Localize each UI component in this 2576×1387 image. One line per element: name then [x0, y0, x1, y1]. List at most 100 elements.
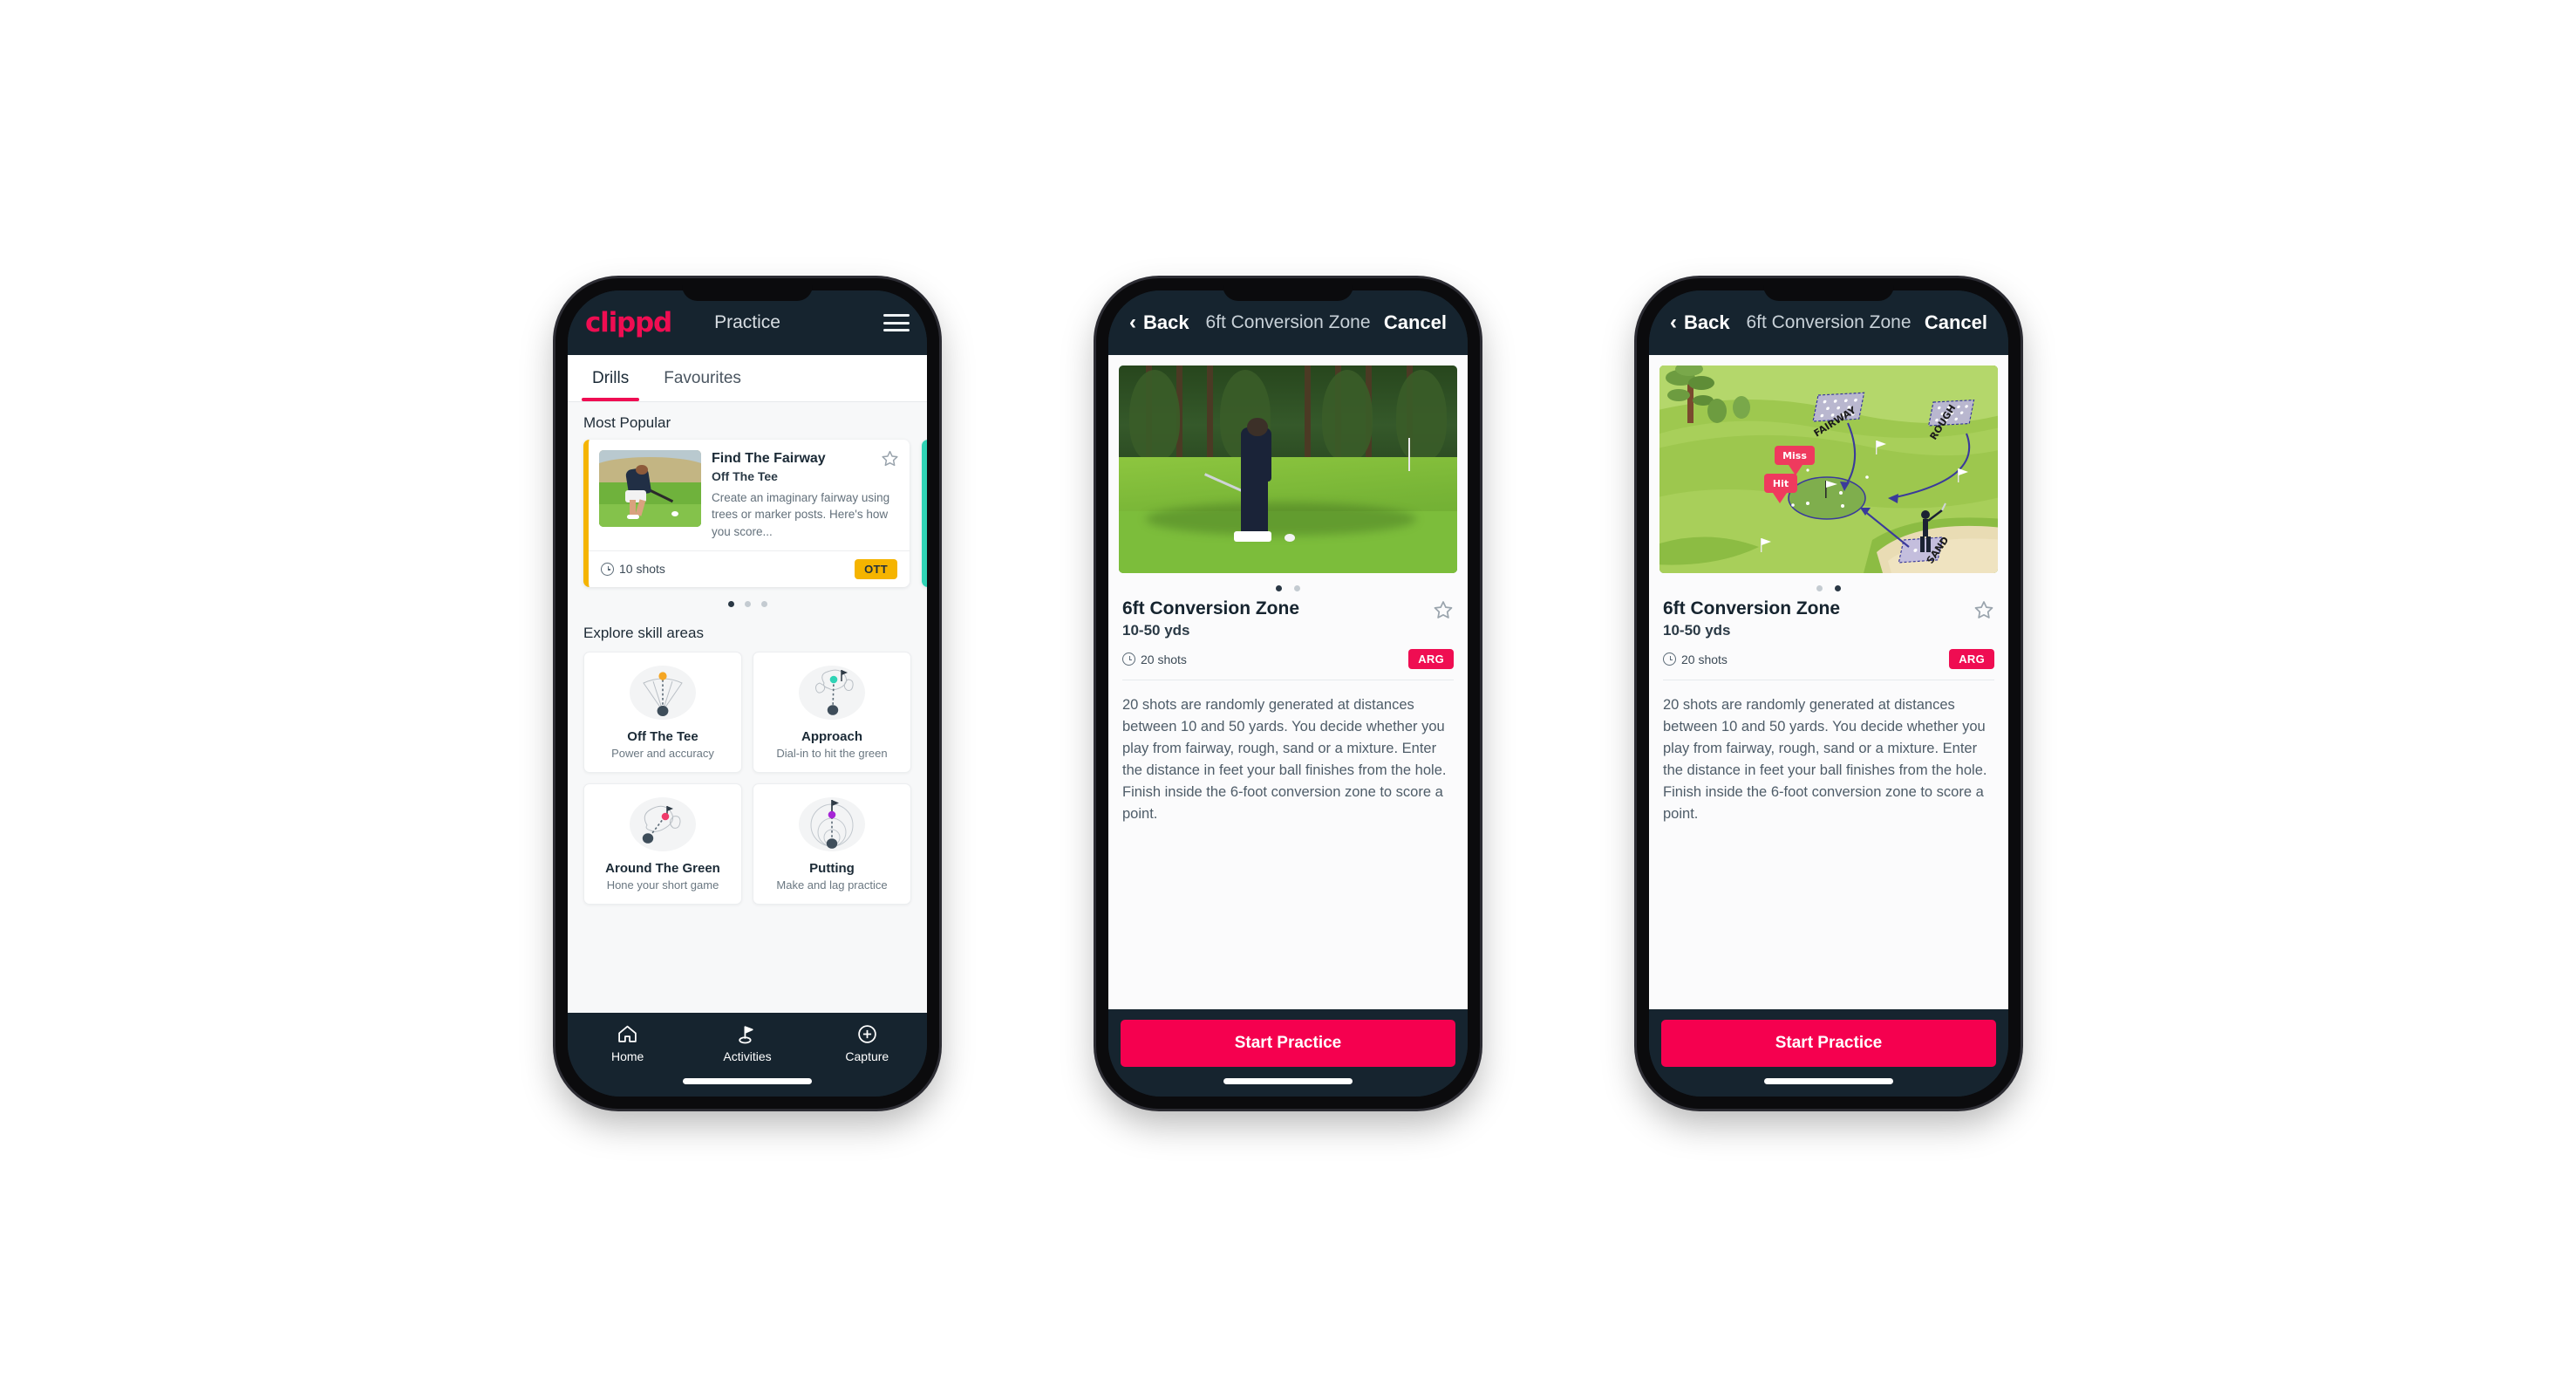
start-practice-button[interactable]: Start Practice: [1121, 1020, 1455, 1067]
tabbar-item-capture[interactable]: Capture: [808, 1023, 927, 1063]
shots-label: 20 shots: [1141, 652, 1187, 666]
tab-drills[interactable]: Drills: [575, 355, 646, 401]
drill-title: 6ft Conversion Zone: [1663, 598, 1841, 618]
drill-thumbnail: [599, 450, 701, 527]
media-dots[interactable]: [1649, 573, 2008, 598]
skill-name: Approach: [801, 728, 862, 744]
flag-golf-icon: [739, 1026, 754, 1044]
carousel-dots[interactable]: [568, 587, 927, 612]
shots-count: 20 shots: [1663, 653, 1728, 666]
tabbar-item-home[interactable]: Home: [568, 1023, 687, 1063]
star-outline-icon[interactable]: [1433, 599, 1454, 620]
device-notch: [1763, 278, 1894, 301]
drill-media-photo[interactable]: [1119, 366, 1457, 573]
shots-label: 20 shots: [1681, 652, 1728, 666]
device-notch: [1223, 278, 1353, 301]
drill-media-illustration[interactable]: FAIRWAY ROUGH SAND Miss Hit: [1659, 366, 1998, 573]
svg-text:Hit: Hit: [1773, 478, 1789, 489]
skill-area-grid: Off The Tee Power and accuracy Approach …: [568, 650, 927, 920]
clock-icon: [601, 562, 614, 576]
drill-description: 20 shots are randomly generated at dista…: [1122, 697, 1447, 823]
chevron-left-icon: ‹: [1670, 311, 1677, 334]
clock-icon: [1122, 653, 1135, 666]
chip-green-icon: [626, 796, 699, 853]
back-button[interactable]: ‹ Back: [1670, 311, 1730, 334]
drill-card[interactable]: Find The Fairway Off The Tee Create an i…: [583, 440, 910, 587]
skill-name: Off The Tee: [627, 728, 699, 744]
phone-device-detail-photo: ‹ Back 6ft Conversion Zone Cancel 6ft Co…: [1096, 278, 1480, 1109]
tabbar-label: Activities: [723, 1049, 772, 1063]
detail-content: FAIRWAY ROUGH SAND Miss Hit 6ft Conversi…: [1649, 355, 2008, 1009]
media-dot-2[interactable]: [1294, 585, 1300, 591]
practice-scroll-area: Most Popular Find The Fairway Off The Te…: [568, 402, 927, 1013]
drill-distance: 10-50 yds: [1663, 622, 1731, 639]
tab-strip: Drills Favourites: [568, 355, 927, 402]
drill-carousel[interactable]: Find The Fairway Off The Tee Create an i…: [568, 440, 927, 587]
media-dots[interactable]: [1108, 573, 1468, 598]
hamburger-icon[interactable]: [883, 314, 910, 331]
skill-card-approach[interactable]: Approach Dial-in to hit the green: [753, 651, 911, 773]
skill-desc: Dial-in to hit the green: [776, 746, 888, 760]
media-dot-1[interactable]: [1276, 585, 1282, 591]
approach-green-icon: [795, 664, 869, 721]
skill-name: Putting: [809, 860, 855, 876]
device-notch: [682, 278, 813, 301]
detail-header: 6ft Conversion Zone 10-50 yds 20 shots A…: [1108, 598, 1468, 669]
carousel-dot-1[interactable]: [727, 600, 734, 607]
home-icon: [618, 1025, 637, 1042]
start-practice-button[interactable]: Start Practice: [1661, 1020, 1996, 1067]
tabbar-item-activities[interactable]: Activities: [687, 1023, 807, 1063]
clock-icon: [1663, 653, 1676, 666]
carousel-dot-3[interactable]: [760, 600, 767, 607]
skill-desc: Hone your short game: [606, 878, 719, 892]
skill-name: Around The Green: [605, 860, 720, 876]
drill-description: Create an imaginary fairway using trees …: [712, 491, 890, 538]
cancel-button[interactable]: Cancel: [1384, 311, 1447, 334]
tabbar-label: Capture: [845, 1049, 889, 1063]
back-button[interactable]: ‹ Back: [1129, 311, 1189, 334]
shots-count: 20 shots: [1122, 653, 1187, 666]
drill-card-next-peek[interactable]: [922, 440, 927, 587]
phone-mockup-stage: clippd Practice Drills Favourites Most P…: [0, 0, 2576, 1387]
tabbar-label: Home: [610, 1049, 644, 1063]
skill-card-around-the-green[interactable]: Around The Green Hone your short game: [583, 782, 742, 905]
clippd-logo: clippd: [585, 307, 672, 338]
explore-skill-areas-label: Explore skill areas: [583, 624, 704, 641]
cancel-button[interactable]: Cancel: [1925, 311, 1987, 334]
star-outline-icon[interactable]: [881, 449, 899, 468]
star-outline-icon[interactable]: [1973, 599, 1994, 620]
plus-circle-icon: [858, 1025, 876, 1043]
most-popular-label: Most Popular: [583, 414, 671, 431]
skill-desc: Make and lag practice: [776, 878, 888, 892]
shots-label: 10 shots: [619, 562, 665, 577]
skill-desc: Power and accuracy: [611, 746, 714, 760]
drill-title: Find The Fairway: [712, 451, 826, 466]
drill-description: 20 shots are randomly generated at dista…: [1663, 697, 1987, 823]
media-dot-2[interactable]: [1835, 585, 1841, 591]
drill-distance: 10-50 yds: [1122, 622, 1190, 639]
phone-device-practice: clippd Practice Drills Favourites Most P…: [555, 278, 939, 1109]
skill-chip-ott: OTT: [855, 558, 897, 579]
media-dot-1[interactable]: [1816, 585, 1823, 591]
putting-rings-icon: [795, 796, 869, 853]
back-label: Back: [1684, 311, 1730, 333]
home-indicator: [683, 1078, 812, 1084]
back-label: Back: [1143, 311, 1189, 333]
detail-header: 6ft Conversion Zone 10-50 yds 20 shots A…: [1649, 598, 2008, 669]
skill-chip-arg: ARG: [1408, 649, 1454, 669]
drill-category: Off The Tee: [712, 469, 778, 484]
chevron-left-icon: ‹: [1129, 311, 1136, 334]
home-indicator: [1223, 1078, 1353, 1084]
skill-card-putting[interactable]: Putting Make and lag practice: [753, 782, 911, 905]
svg-text:Miss: Miss: [1782, 450, 1807, 461]
tee-fan-icon: [626, 664, 699, 721]
carousel-dot-2[interactable]: [744, 600, 751, 607]
tab-favourites[interactable]: Favourites: [646, 355, 759, 401]
skill-card-off-the-tee[interactable]: Off The Tee Power and accuracy: [583, 651, 742, 773]
shots-count: 10 shots: [601, 562, 665, 576]
phone-device-detail-illustration: ‹ Back 6ft Conversion Zone Cancel FAIRWA…: [1637, 278, 2021, 1109]
skill-chip-arg: ARG: [1949, 649, 1994, 669]
detail-content: 6ft Conversion Zone 10-50 yds 20 shots A…: [1108, 355, 1468, 1009]
drill-title: 6ft Conversion Zone: [1122, 598, 1300, 618]
home-indicator: [1764, 1078, 1893, 1084]
